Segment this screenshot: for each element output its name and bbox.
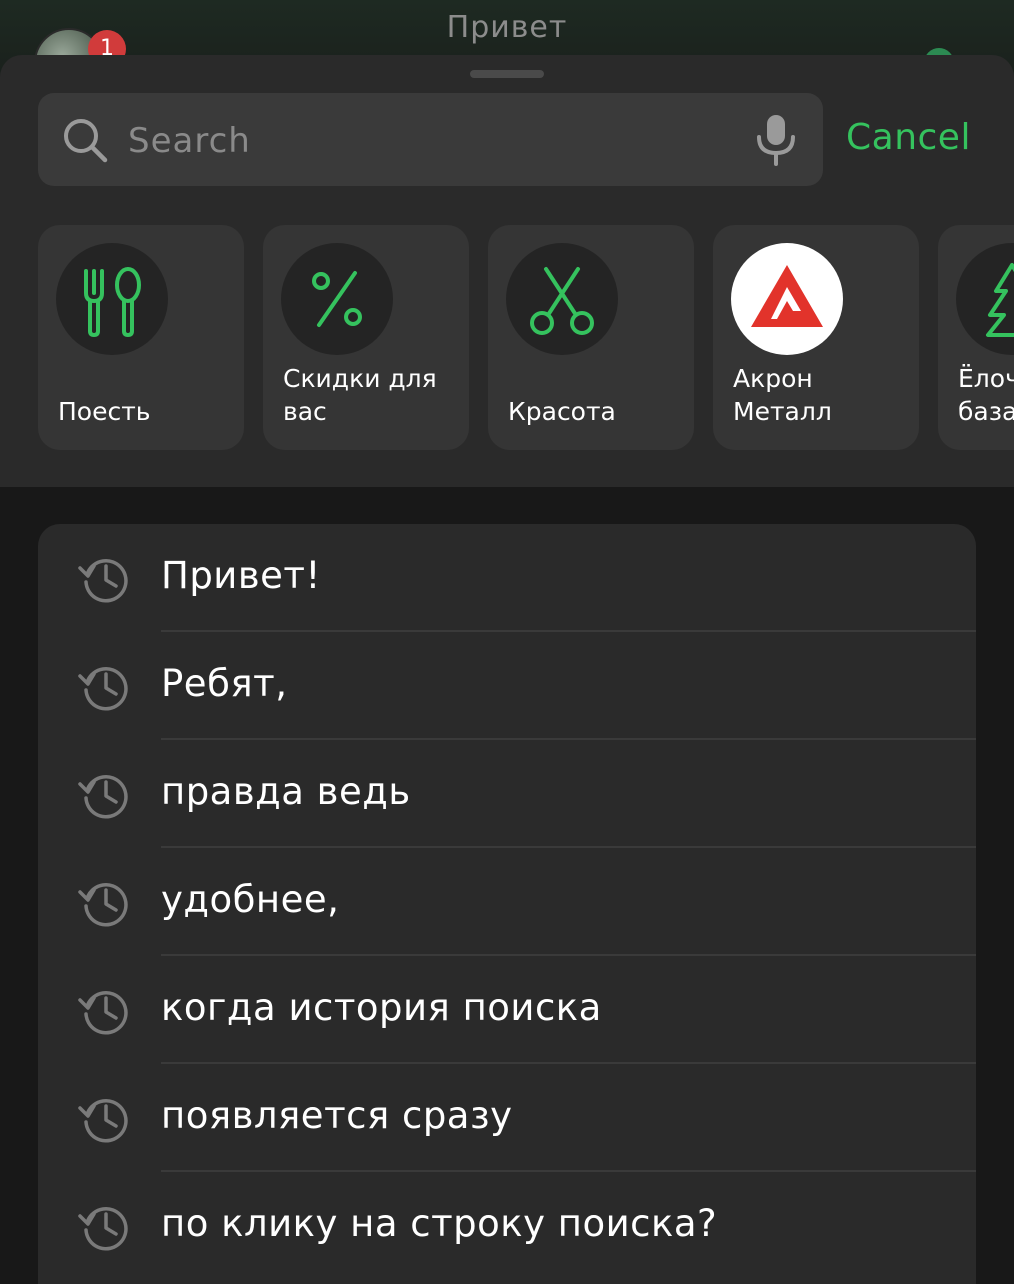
history-icon <box>78 1207 128 1251</box>
category-card-eat[interactable]: Поесть <box>38 225 244 450</box>
sheet-grabber[interactable] <box>470 70 544 78</box>
history-item[interactable]: Привет! <box>38 524 976 632</box>
history-text: правда ведь <box>161 770 411 813</box>
search-input[interactable] <box>126 93 730 188</box>
scissors-icon <box>506 243 618 355</box>
history-icon <box>78 1099 128 1143</box>
category-label: Красота <box>508 397 616 426</box>
history-text: по клику на строку поиска? <box>161 1202 718 1245</box>
history-item[interactable]: правда ведь <box>38 740 976 848</box>
history-item[interactable]: когда история поиска <box>38 956 976 1064</box>
history-icon <box>78 559 128 603</box>
fir-tree-icon <box>956 243 1014 355</box>
history-item[interactable]: появляется сразу <box>38 1064 976 1172</box>
map-title: Привет <box>446 10 568 45</box>
category-label: Ёлочные базары <box>958 364 1014 426</box>
history-item[interactable]: Ребят, <box>38 632 976 740</box>
history-item[interactable]: удобнее, <box>38 848 976 956</box>
history-icon <box>78 667 128 711</box>
history-icon <box>78 775 128 819</box>
history-text: Ребят, <box>161 662 288 705</box>
history-icon <box>78 883 128 927</box>
microphone-icon[interactable] <box>754 113 798 167</box>
history-text: появляется сразу <box>161 1094 513 1137</box>
category-card-akron[interactable]: Акрон Металл <box>713 225 919 450</box>
category-label: Акрон Металл <box>733 364 832 426</box>
history-text: когда история поиска <box>161 986 602 1029</box>
history-item[interactable]: по клику на строку поиска? <box>38 1172 976 1280</box>
akron-logo-icon <box>731 243 843 355</box>
cancel-button[interactable]: Cancel <box>846 113 1006 163</box>
history-text: Привет! <box>161 554 321 597</box>
history-text: удобнее, <box>161 878 340 921</box>
category-label: Скидки для вас <box>283 364 437 426</box>
percent-icon <box>281 243 393 355</box>
history-icon <box>78 991 128 1035</box>
search-bar[interactable] <box>38 93 823 188</box>
category-card-beauty[interactable]: Красота <box>488 225 694 450</box>
search-sheet: Cancel Поесть <box>0 55 1014 487</box>
search-history-list: Привет! Ребят, правда ведь удобнее, когд… <box>38 524 976 1284</box>
category-card-fir-trees[interactable]: Ёлочные базары <box>938 225 1014 450</box>
search-icon <box>64 119 108 163</box>
category-label: Поесть <box>58 397 151 426</box>
category-carousel[interactable]: Поесть Скидки для вас Красота Акрон Мета… <box>38 225 1014 450</box>
category-card-discounts[interactable]: Скидки для вас <box>263 225 469 450</box>
fork-spoon-icon <box>56 243 168 355</box>
